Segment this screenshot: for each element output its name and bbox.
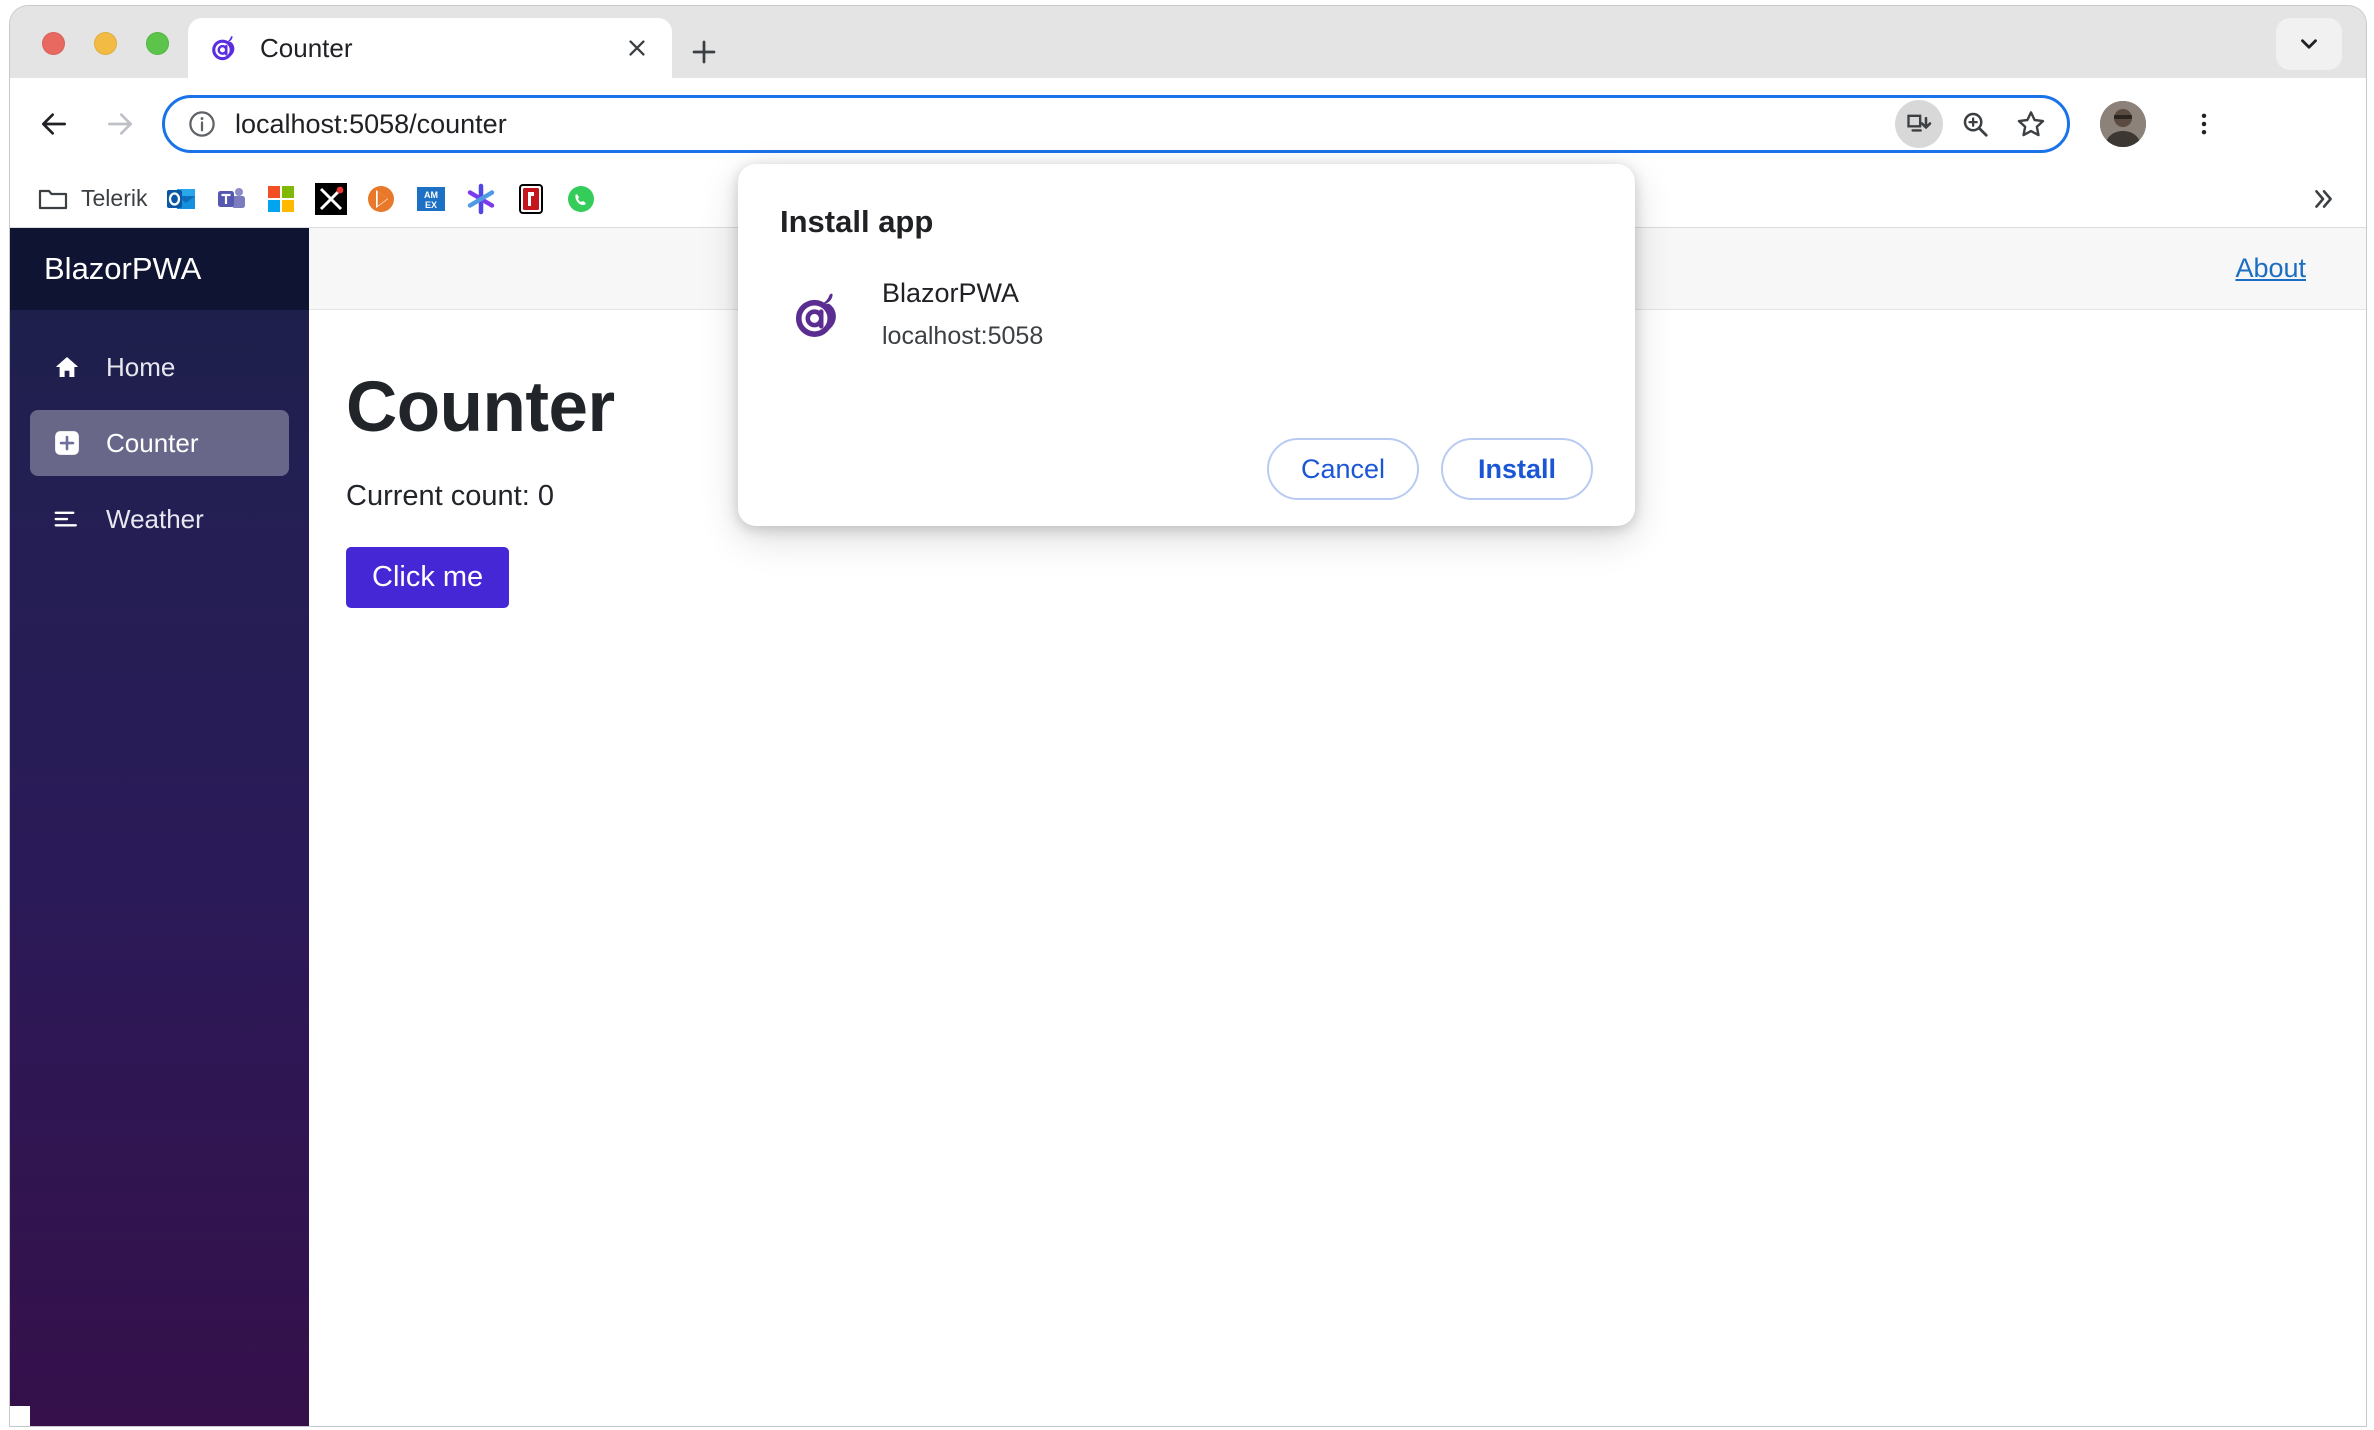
sidebar-nav: Home Counter Weather (10, 310, 309, 552)
install-app-text-block: BlazorPWA localhost:5058 (882, 278, 1043, 351)
bookmark-item-microsoft[interactable] (256, 177, 306, 221)
app-brand[interactable]: BlazorPWA (10, 228, 309, 310)
bookmark-item-amex[interactable]: AM EX (406, 177, 456, 221)
cancel-button[interactable]: Cancel (1267, 438, 1419, 500)
microsoft-teams-icon (215, 183, 247, 215)
blazor-logo-icon (792, 288, 846, 342)
bookmark-item-x[interactable] (306, 177, 356, 221)
sidebar-item-label: Counter (106, 427, 199, 458)
browser-window: Counter localhost:5058/counter Telerik A… (10, 6, 2366, 1426)
close-icon[interactable] (620, 31, 654, 65)
bookmark-item-outlook[interactable] (156, 177, 206, 221)
arrow-back-icon[interactable] (28, 98, 80, 150)
url-text[interactable]: localhost:5058/counter (235, 109, 1887, 140)
click-me-button[interactable]: Click me (346, 546, 510, 608)
install-app-origin: localhost:5058 (882, 322, 1044, 350)
plus-square-icon (50, 426, 84, 460)
app-sidebar: BlazorPWA Home Counter Weather (10, 228, 309, 1426)
bookmark-item-red-r[interactable] (506, 177, 556, 221)
red-r-icon (515, 183, 547, 215)
profile-avatar[interactable] (2100, 101, 2146, 147)
address-bar[interactable]: localhost:5058/counter (162, 95, 2070, 153)
window-close-button[interactable] (42, 32, 65, 55)
home-icon (50, 350, 84, 384)
dialog-actions: Cancel Install (1267, 438, 1593, 500)
bookmark-item-teams[interactable] (206, 177, 256, 221)
kebab-menu-icon[interactable] (2178, 98, 2230, 150)
window-minimize-button[interactable] (94, 32, 117, 55)
star-outline-icon[interactable] (2007, 100, 2055, 148)
double-chevron-right-icon[interactable] (2302, 179, 2344, 219)
about-link[interactable]: About (2235, 253, 2306, 284)
dialog-title: Install app (780, 204, 934, 239)
install-app-dialog: Install app BlazorPWA localhost:5058 Can… (738, 164, 1635, 526)
zoom-in-icon[interactable] (1951, 100, 1999, 148)
bookmark-item-whatsapp[interactable] (556, 177, 606, 221)
install-app-icon[interactable] (1895, 100, 1943, 148)
arrow-forward-icon[interactable] (94, 98, 146, 150)
sidebar-item-label: Weather (106, 503, 204, 534)
list-icon (50, 502, 84, 536)
browser-toolbar: localhost:5058/counter (10, 78, 2366, 170)
bookmark-item-asterisk[interactable] (456, 177, 506, 221)
whatsapp-icon (565, 183, 597, 215)
x-twitter-icon (315, 182, 348, 215)
plus-icon[interactable] (682, 30, 726, 74)
asterisk-icon (465, 183, 497, 215)
amex-icon: AM EX (415, 183, 447, 215)
install-app-info-row: BlazorPWA localhost:5058 (780, 278, 1589, 351)
sidebar-item-home[interactable]: Home (30, 334, 289, 400)
window-traffic-lights (42, 32, 169, 55)
bookmark-label: Telerik (81, 185, 148, 211)
window-maximize-button[interactable] (146, 32, 169, 55)
sidebar-item-label: Home (106, 351, 176, 382)
bookmark-item-power-bi[interactable] (356, 177, 406, 221)
microsoft-icon (265, 183, 297, 215)
tab-title: Counter (260, 32, 353, 63)
sidebar-item-counter[interactable]: Counter (30, 410, 289, 476)
install-app-name: BlazorPWA (882, 278, 1020, 308)
chevron-down-icon[interactable] (2276, 18, 2342, 70)
svg-text:EX: EX (425, 200, 437, 210)
blazor-logo-icon (210, 33, 240, 63)
info-circle-icon[interactable] (187, 109, 217, 139)
install-button[interactable]: Install (1441, 438, 1593, 500)
outlook-icon (165, 183, 197, 215)
sidebar-item-weather[interactable]: Weather (30, 486, 289, 552)
app-brand-label: BlazorPWA (44, 251, 202, 286)
svg-text:AM: AM (424, 190, 438, 200)
folder-icon (37, 183, 69, 215)
bookmark-item-telerik[interactable]: Telerik (28, 177, 156, 221)
browser-tab-counter[interactable]: Counter (188, 18, 672, 78)
power-bi-icon (365, 183, 397, 215)
tab-strip: Counter (10, 6, 2366, 78)
